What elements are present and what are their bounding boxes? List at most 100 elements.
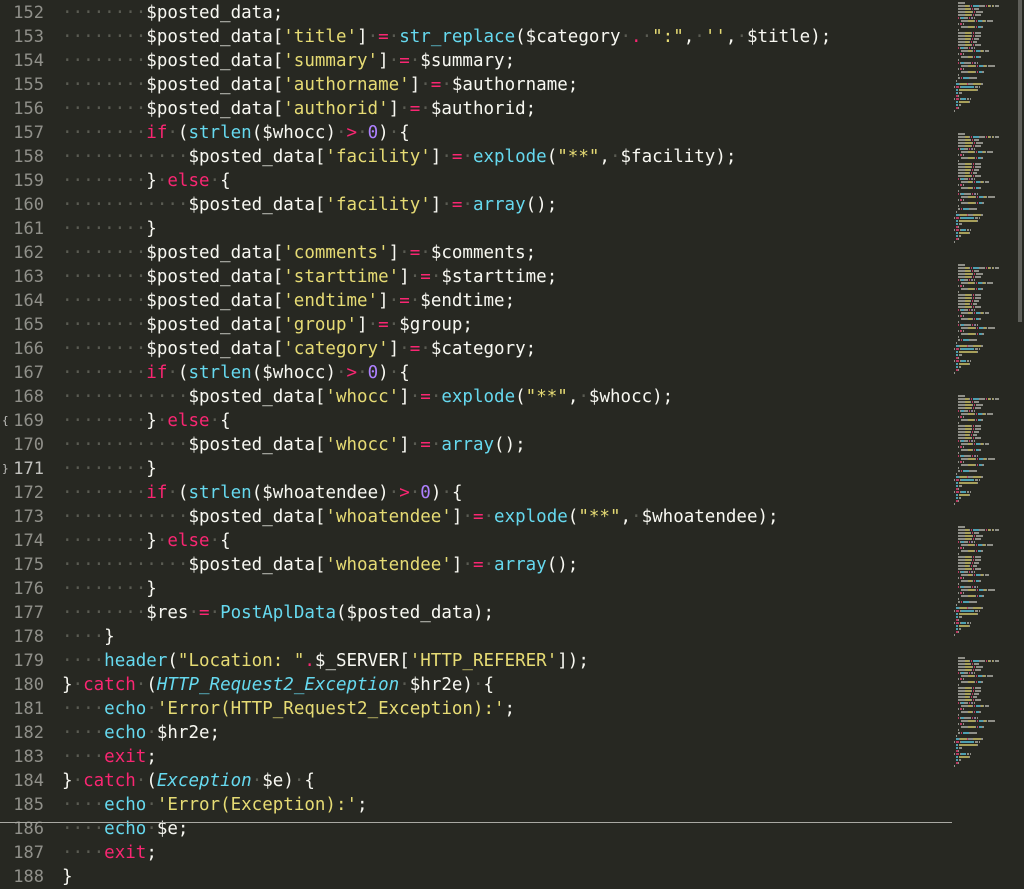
minimap-mark	[958, 488, 959, 490]
code-line-178[interactable]: 178 ····}	[0, 625, 952, 649]
minimap-mark	[970, 169, 971, 171]
code-line-175[interactable]: 175 ············$posted_data['whoatendee'…	[0, 553, 952, 577]
line-code[interactable]: ············$posted_data['whoatendee']·=…	[62, 505, 779, 529]
line-code[interactable]: ········$posted_data['authorid']·=·$auth…	[62, 97, 536, 121]
line-code[interactable]: ········$posted_data['endtime']·=·$endti…	[62, 289, 515, 313]
code-line-180[interactable]: 180}·catch·(HTTP_Request2_Exception·$hr2…	[0, 673, 952, 697]
code-line-167[interactable]: 167 ········if·(strlen($whocc)·>·0)·{	[0, 361, 952, 385]
code-token: 'starttime'	[283, 267, 400, 287]
line-code[interactable]: ········$posted_data['comments']·=·$comm…	[62, 241, 536, 265]
minimap-mark	[972, 187, 973, 189]
code-line-168[interactable]: 168 ············$posted_data['whocc']·=·e…	[0, 385, 952, 409]
line-code[interactable]: ····exit;	[62, 841, 157, 865]
minimap-mark	[964, 17, 968, 19]
minimap-mark	[958, 416, 959, 418]
code-line-185[interactable]: 185 ····echo·'Error(Exception):';	[0, 793, 952, 817]
code-line-162[interactable]: 162 ········$posted_data['comments']·=·$c…	[0, 241, 952, 265]
vertical-scrollbar[interactable]	[1016, 0, 1024, 889]
code-line-177[interactable]: 177 ········$res·=·PostAplData($posted_da…	[0, 601, 952, 625]
code-line-173[interactable]: 173 ············$posted_data['whoatendee'…	[0, 505, 952, 529]
line-code[interactable]: ············$posted_data['whocc']·=·expl…	[62, 385, 673, 409]
code-line-187[interactable]: 187 ····exit;	[0, 841, 952, 865]
code-line-165[interactable]: 165 ········$posted_data['group']·=·$grou…	[0, 313, 952, 337]
code-line-152[interactable]: 152 ········$posted_data;	[0, 1, 952, 25]
code-editor[interactable]: 152 ········$posted_data; 153 ········$post…	[0, 0, 952, 889]
line-code[interactable]: ····echo·$hr2e;	[62, 721, 220, 745]
minimap-mark	[979, 711, 981, 713]
code-line-153[interactable]: 153 ········$posted_data['title']·=·str_r…	[0, 25, 952, 49]
code-line-181[interactable]: 181 ····echo·'Error(HTTP_Request2_Excepti…	[0, 697, 952, 721]
line-code[interactable]: ····}	[62, 625, 115, 649]
line-code[interactable]: ········if·(strlen($whocc)·>·0)·{	[62, 361, 410, 385]
code-line-179[interactable]: 179 ····header("Location: ".$_SERVER['HTT…	[0, 649, 952, 673]
minimap-mark	[958, 11, 965, 13]
whitespace-marker: ············	[62, 147, 189, 167]
code-line-158[interactable]: 158 ············$posted_data['facility']·…	[0, 145, 952, 169]
code-line-157[interactable]: 157 ········if·(strlen($whocc)·>·0)·{	[0, 121, 952, 145]
minimap-mark	[961, 610, 974, 612]
line-code[interactable]: }	[62, 865, 73, 889]
code-line-171[interactable]: } 171 ········}	[0, 457, 952, 481]
line-code[interactable]: ····echo·'Error(Exception):';	[62, 793, 368, 817]
line-code[interactable]: ····exit;	[62, 745, 157, 769]
line-code[interactable]: ········$posted_data['authorname']·=·$au…	[62, 73, 578, 97]
minimap-mark	[958, 702, 959, 704]
code-line-160[interactable]: 160 ············$posted_data['facility']·…	[0, 193, 952, 217]
line-code[interactable]: ············$posted_data['facility']·=·a…	[62, 193, 557, 217]
code-token: $posted_data[	[146, 339, 284, 359]
line-code[interactable]: ····header("Location: ".$_SERVER['HTTP_R…	[62, 649, 589, 673]
code-line-182[interactable]: 182 ····echo·$hr2e;	[0, 721, 952, 745]
code-line-174[interactable]: 174 ········}·else·{	[0, 529, 952, 553]
line-code[interactable]: ········}·else·{	[62, 169, 231, 193]
line-code[interactable]: ············$posted_data['whoatendee']·=…	[62, 553, 578, 577]
code-line-172[interactable]: 172 ········if·(strlen($whoatendee)·>·0)·…	[0, 481, 952, 505]
line-code[interactable]: ········if·(strlen($whocc)·>·0)·{	[62, 121, 410, 145]
line-code[interactable]: ········if·(strlen($whoatendee)·>·0)·{	[62, 481, 462, 505]
line-code[interactable]: ········}	[62, 457, 157, 481]
code-line-156[interactable]: 156 ········$posted_data['authorid']·=·$a…	[0, 97, 952, 121]
line-code[interactable]: ····echo·$e;	[62, 817, 188, 841]
code-line-155[interactable]: 155 ········$posted_data['authorname']·=·…	[0, 73, 952, 97]
line-code[interactable]: ········}	[62, 577, 157, 601]
minimap-mark	[985, 312, 989, 314]
line-code[interactable]: ············$posted_data['whocc']·=·arra…	[62, 433, 526, 457]
code-line-170[interactable]: 170 ············$posted_data['whocc']·=·a…	[0, 433, 952, 457]
scrollbar-thumb[interactable]	[1018, 0, 1022, 322]
line-code[interactable]: ········$res·=·PostAplData($posted_data)…	[62, 601, 494, 625]
line-code[interactable]: ········$posted_data['starttime']·=·$sta…	[62, 265, 557, 289]
line-code[interactable]: ········$posted_data['summary']·=·$summa…	[62, 49, 515, 73]
minimap-mark	[972, 148, 973, 150]
line-number: 162	[13, 243, 44, 263]
minimap-mark	[981, 26, 983, 28]
code-line-163[interactable]: 163 ········$posted_data['starttime']·=·$…	[0, 265, 952, 289]
line-code[interactable]: ········}·else·{	[62, 409, 231, 433]
minimap-mark	[972, 562, 973, 564]
minimap-mark	[958, 699, 965, 701]
whitespace-marker: ·	[430, 387, 442, 407]
line-code[interactable]: ····echo·'Error(HTTP_Request2_Exception)…	[62, 697, 515, 721]
code-line-183[interactable]: 183 ····exit;	[0, 745, 952, 769]
minimap-mark	[958, 145, 965, 147]
code-line-161[interactable]: 161 ········}	[0, 217, 952, 241]
line-code[interactable]: }·catch·(Exception·$e)·{	[62, 769, 315, 793]
line-code[interactable]: ········$posted_data['group']·=·$group;	[62, 313, 473, 337]
code-line-186[interactable]: 186 ····echo·$e;	[0, 817, 952, 841]
minimap[interactable]	[952, 0, 1016, 889]
code-line-164[interactable]: 164 ········$posted_data['endtime']·=·$en…	[0, 289, 952, 313]
code-line-184[interactable]: 184}·catch·(Exception·$e)·{	[0, 769, 952, 793]
code-line-166[interactable]: 166 ········$posted_data['category']·=·$c…	[0, 337, 952, 361]
code-line-169[interactable]: {169 ········}·else·{	[0, 409, 952, 433]
line-code[interactable]: ········}·else·{	[62, 529, 231, 553]
line-code[interactable]: ············$posted_data['facility']·=·e…	[62, 145, 736, 169]
code-line-176[interactable]: 176 ········}	[0, 577, 952, 601]
code-line-154[interactable]: 154 ········$posted_data['summary']·=·$su…	[0, 49, 952, 73]
code-line-188[interactable]: 188}	[0, 865, 952, 889]
minimap-mark	[982, 333, 984, 335]
code-line-159[interactable]: 159 ········}·else·{	[0, 169, 952, 193]
code-token: ]	[357, 27, 368, 47]
line-code[interactable]: ········$posted_data['title']·=·str_repl…	[62, 25, 831, 49]
line-code[interactable]: ········$posted_data['category']·=·$cate…	[62, 337, 536, 361]
line-code[interactable]: }·catch·(HTTP_Request2_Exception·$hr2e)·…	[62, 673, 494, 697]
line-code[interactable]: ········}	[62, 217, 157, 241]
line-code[interactable]: ········$posted_data;	[62, 1, 283, 25]
